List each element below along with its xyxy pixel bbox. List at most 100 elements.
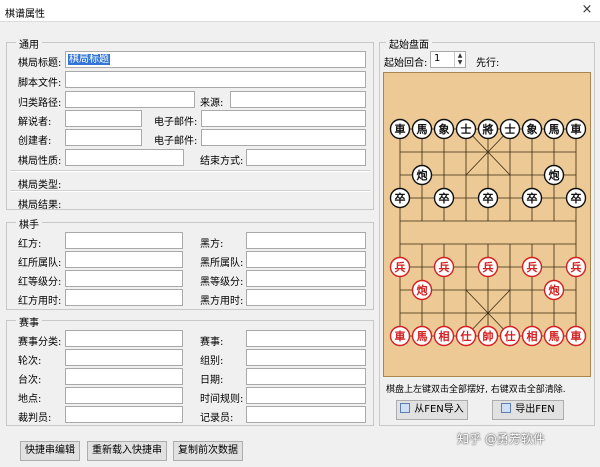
round-input[interactable] (65, 349, 183, 366)
piece-red[interactable]: 兵 (433, 256, 455, 278)
import-fen-button[interactable]: 从FEN导入 (396, 400, 468, 420)
piece-red[interactable]: 兵 (389, 256, 411, 278)
piece-red[interactable]: 相 (521, 325, 543, 347)
piece-char: 卒 (571, 191, 582, 205)
recorder-label: 记录员: (200, 413, 234, 424)
black-player-input[interactable] (246, 232, 366, 249)
game-nature-input[interactable] (65, 149, 184, 166)
black-time-label: 黑方用时: (200, 296, 244, 307)
piece-black[interactable]: 卒 (389, 187, 411, 209)
group-field-input[interactable] (246, 349, 366, 366)
piece-black[interactable]: 象 (521, 118, 543, 140)
board-svg[interactable]: 車馬象士將士象馬車炮 炮卒卒卒卒卒兵兵兵兵兵炮 炮車馬相仕帥仕相馬車 (384, 73, 592, 378)
piece-black[interactable]: 馬 (411, 118, 433, 140)
piece-black[interactable]: 士 (455, 118, 477, 140)
black-rank-input[interactable] (246, 270, 366, 287)
email2-label: 电子邮件: (154, 136, 198, 147)
piece-red[interactable]: 車 (565, 325, 587, 347)
spinner-arrows[interactable]: ▲ ▼ (454, 52, 465, 67)
table-number-label: 台次: (18, 375, 42, 386)
match-category-input[interactable] (65, 330, 183, 347)
piece-red[interactable]: 車 (389, 325, 411, 347)
piece-black[interactable]: 卒 (433, 187, 455, 209)
players-group-label: 棋手 (16, 216, 42, 231)
piece-black[interactable]: 卒 (565, 187, 587, 209)
piece-black[interactable]: 炮 (543, 164, 565, 186)
script-file-label: 脚本文件: (18, 78, 62, 89)
spinner-down-icon[interactable]: ▼ (455, 59, 465, 66)
source-input[interactable] (230, 91, 366, 108)
piece-char: 卒 (483, 191, 494, 205)
email2-input[interactable] (201, 129, 366, 146)
piece-red[interactable]: 相 (433, 325, 455, 347)
piece-red[interactable]: 炮 (543, 279, 565, 301)
piece-black[interactable]: 卒 (477, 187, 499, 209)
piece-char: 炮 (417, 168, 428, 182)
start-position-group-label: 起始盘面 (386, 36, 432, 51)
game-type-label: 棋局类型: (18, 180, 62, 191)
category-path-input[interactable] (65, 91, 195, 108)
piece-red[interactable]: 兵 (477, 256, 499, 278)
general-separator-1 (10, 170, 370, 172)
creator-input[interactable] (65, 129, 142, 146)
start-round-spinner[interactable]: 1 ▲ ▼ (430, 51, 466, 68)
piece-red[interactable]: 炮 (411, 279, 433, 301)
piece-red[interactable]: 兵 (565, 256, 587, 278)
red-rank-input[interactable] (65, 270, 183, 287)
piece-black[interactable]: 馬 (543, 118, 565, 140)
black-time-input[interactable] (246, 289, 366, 306)
piece-red[interactable]: 馬 (543, 325, 565, 347)
time-rule-label: 时间规则: (200, 394, 244, 405)
copy-prev-button[interactable]: 复制前次数据 (173, 441, 243, 461)
piece-black[interactable]: 炮 (411, 164, 433, 186)
piece-red[interactable]: 馬 (411, 325, 433, 347)
referee-label: 裁判员: (18, 413, 52, 424)
end-method-label: 结束方式: (200, 156, 244, 167)
time-rule-input[interactable] (246, 387, 366, 404)
piece-red[interactable]: 仕 (499, 325, 521, 347)
match-category-label: 赛事分类: (18, 337, 62, 348)
script-file-input[interactable] (65, 71, 366, 88)
commentator-input[interactable] (65, 110, 142, 127)
creator-label: 创建者: (18, 136, 52, 147)
piece-black[interactable]: 將 (477, 118, 499, 140)
piece-black[interactable]: 象 (433, 118, 455, 140)
export-fen-label: 导出FEN (515, 404, 555, 415)
referee-input[interactable] (65, 406, 183, 423)
window-title: 棋谱属性 (5, 9, 45, 20)
title-input[interactable]: 棋局标题 (65, 51, 366, 68)
red-time-input[interactable] (65, 289, 183, 306)
export-fen-button[interactable]: 导出FEN (492, 400, 564, 420)
close-icon[interactable]: × (578, 2, 596, 18)
piece-red[interactable]: 兵 (521, 256, 543, 278)
board-hint: 棋盘上左键双击全部摆好, 右键双击全部清除. (386, 385, 566, 395)
reload-quick-button[interactable]: 重新载入快捷串 (87, 441, 167, 461)
spinner-up-icon[interactable]: ▲ (455, 52, 465, 59)
venue-input[interactable] (65, 387, 183, 404)
watermark: 知乎 @勇芳软件 (457, 432, 545, 446)
red-team-input[interactable] (65, 251, 183, 268)
chess-board[interactable]: 車馬象士將士象馬車炮炮卒卒卒卒卒兵兵兵兵兵炮炮車馬相仕帥仕相馬車 (383, 72, 591, 377)
piece-black[interactable]: 車 (565, 118, 587, 140)
piece-black[interactable]: 車 (389, 118, 411, 140)
piece-black[interactable]: 士 (499, 118, 521, 140)
game-result-label: 棋局结果: (18, 200, 62, 211)
recorder-input[interactable] (246, 406, 366, 423)
piece-red[interactable]: 帥 (477, 325, 499, 347)
end-method-input[interactable] (246, 149, 366, 166)
email1-input[interactable] (201, 110, 366, 127)
red-player-input[interactable] (65, 232, 183, 249)
black-rank-label: 黑等级分: (200, 277, 244, 288)
start-round-label: 起始回合: (384, 58, 428, 69)
table-number-input[interactable] (65, 368, 183, 385)
black-team-input[interactable] (246, 251, 366, 268)
date-input[interactable] (246, 368, 366, 385)
piece-char: 馬 (417, 123, 428, 136)
piece-red[interactable]: 仕 (455, 325, 477, 347)
source-label: 来源: (200, 98, 224, 109)
event-input[interactable] (246, 330, 366, 347)
piece-black[interactable]: 卒 (521, 187, 543, 209)
piece-char: 兵 (395, 260, 406, 274)
quick-edit-button[interactable]: 快捷串编辑 (20, 441, 80, 461)
start-round-value: 1 (434, 53, 441, 64)
